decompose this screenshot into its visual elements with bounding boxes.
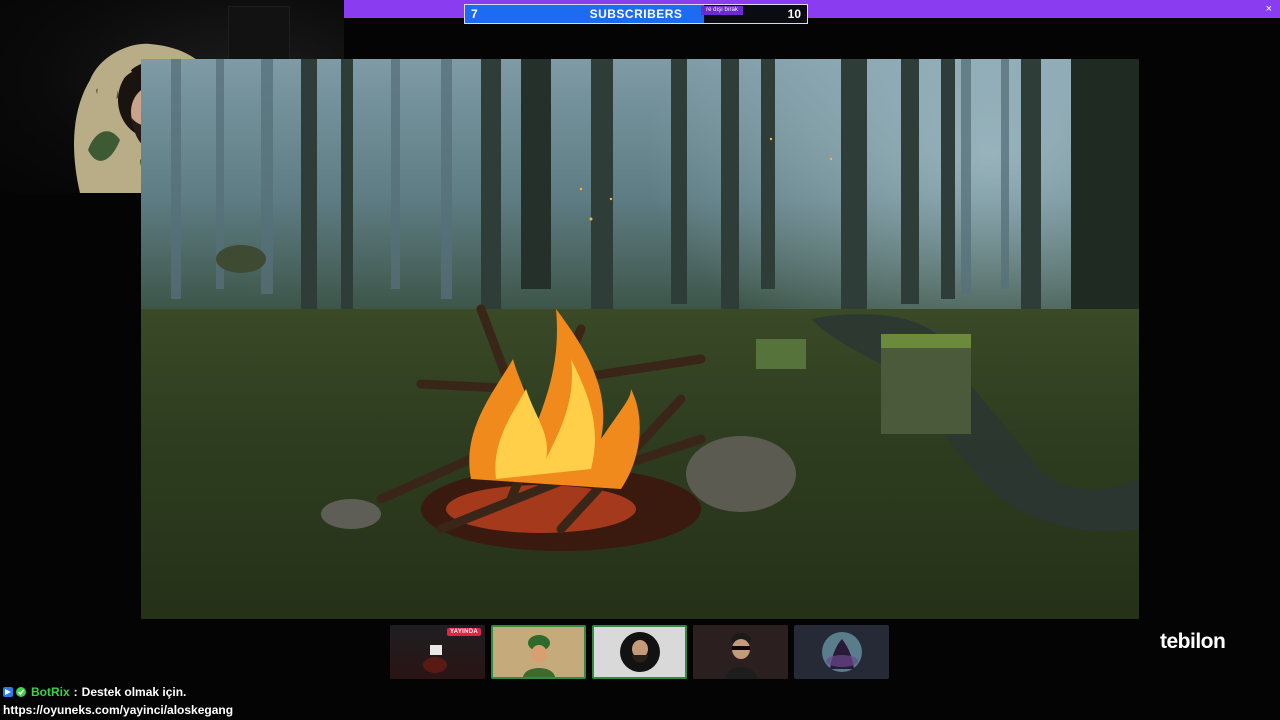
chat-link[interactable]: https://oyuneks.com/yayinci/aloskegang (3, 702, 603, 718)
subscriber-goal-bar: 7 SUBSCRIBERS re dışı bırak 10 (464, 4, 808, 24)
goal-current-count: 7 (471, 7, 478, 21)
close-icon[interactable]: × (1266, 1, 1272, 17)
chat-separator: : (73, 685, 78, 699)
campfire (216, 137, 1139, 551)
sunglasses-man-icon (725, 633, 757, 679)
chat-text: Destek olmak için. (81, 685, 187, 699)
verified-badge-icon (16, 687, 26, 697)
sultan-icon (523, 635, 555, 677)
goal-target-count: 10 (787, 7, 801, 21)
chat-message: BotRix : Destek olmak için. (3, 684, 603, 700)
chat-username[interactable]: BotRix (31, 685, 70, 699)
goal-progress-fill (465, 5, 705, 23)
campfire-scene-video (141, 59, 1139, 619)
brand-logo: tebilon (1160, 630, 1226, 653)
sunglasses-man-avatar[interactable] (693, 625, 788, 679)
dark-figure-icon (822, 632, 862, 672)
live-badge: YAYINDA (446, 628, 481, 636)
stream-thumbnail-row: YAYINDA (390, 625, 889, 679)
bearded-man-icon (620, 632, 660, 672)
sultan-avatar[interactable] (491, 625, 586, 679)
goal-ticker-text: re dışı bırak (701, 6, 743, 15)
bot-badge-icon (3, 687, 13, 697)
chat-overlay: BotRix : Destek olmak için. https://oyun… (3, 684, 603, 718)
dark-figure-avatar[interactable] (794, 625, 889, 679)
stream-preview-live[interactable]: YAYINDA (390, 625, 485, 679)
bearded-man-avatar[interactable] (592, 625, 687, 679)
